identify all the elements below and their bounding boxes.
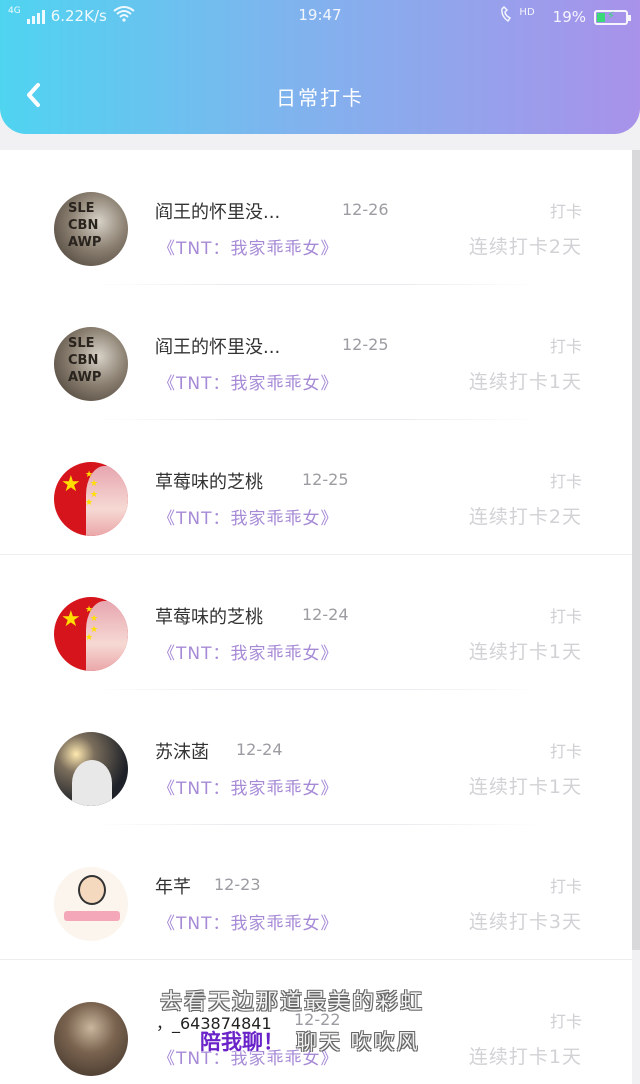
- checkin-date: 12-25: [342, 335, 389, 354]
- page-title: 日常打卡: [276, 86, 364, 110]
- checkin-list[interactable]: SLE CBN AWP 阎王的怀里没... 12-26 打卡 《TNT：我家乖乖女》…: [0, 150, 632, 1084]
- list-item[interactable]: 苏沫菡 12-24 打卡 《TNT：我家乖乖女》 连续打卡1天: [0, 690, 632, 825]
- user-name: 苏沫菡: [155, 742, 209, 763]
- checkin-status: 打卡: [549, 472, 582, 491]
- streak-text: 连续打卡1天: [468, 776, 582, 798]
- checkin-status: 打卡: [549, 877, 582, 896]
- checkin-status: 打卡: [549, 202, 582, 221]
- group-name: 《TNT：我家乖乖女》: [158, 374, 339, 394]
- checkin-date: 12-24: [236, 740, 283, 759]
- checkin-date: 12-26: [342, 200, 389, 219]
- avatar[interactable]: ★ ★ ★ ★ ★: [54, 462, 128, 536]
- group-name: 《TNT：我家乖乖女》: [158, 779, 339, 799]
- battery-icon: ⚡: [594, 9, 631, 25]
- group-name: 《TNT：我家乖乖女》: [158, 509, 339, 529]
- group-name: 《TNT：我家乖乖女》: [158, 914, 339, 934]
- streak-text: 连续打卡3天: [468, 911, 582, 933]
- list-item[interactable]: ★ ★ ★ ★ ★ 草莓味的芝桃 12-25 打卡 《TNT：我家乖乖女》 连续打卡…: [0, 420, 632, 555]
- streak-text: 连续打卡2天: [468, 236, 582, 258]
- list-item[interactable]: SLE CBN AWP 阎王的怀里没... 12-25 打卡 《TNT：我家乖乖女》…: [0, 285, 632, 420]
- list-item[interactable]: 年芊 12-23 打卡 《TNT：我家乖乖女》 连续打卡3天: [0, 825, 632, 960]
- avatar[interactable]: [54, 867, 128, 941]
- hd-label: HD: [519, 6, 535, 18]
- hd-call-icon: [499, 5, 521, 28]
- avatar[interactable]: SLE CBN AWP: [54, 327, 128, 401]
- avatar[interactable]: ★ ★ ★ ★ ★: [54, 597, 128, 671]
- streak-text: 连续打卡1天: [468, 371, 582, 393]
- scrollbar[interactable]: [632, 150, 640, 950]
- user-name: 年芊: [155, 877, 191, 898]
- checkin-status: 打卡: [549, 1012, 582, 1031]
- battery-percent: 19%: [552, 8, 586, 26]
- checkin-date: 12-25: [302, 470, 349, 489]
- avatar[interactable]: [54, 732, 128, 806]
- list-item[interactable]: SLE CBN AWP 阎王的怀里没... 12-26 打卡 《TNT：我家乖乖女》…: [0, 150, 632, 285]
- streak-text: 连续打卡1天: [468, 641, 582, 663]
- user-name: 草莓味的芝桃: [155, 607, 263, 628]
- checkin-status: 打卡: [549, 337, 582, 356]
- list-item[interactable]: ★ ★ ★ ★ ★ 草莓味的芝桃 12-24 打卡 《TNT：我家乖乖女》 连续打卡…: [0, 555, 632, 690]
- checkin-date: 12-22: [294, 1010, 341, 1029]
- checkin-date: 12-23: [214, 875, 261, 894]
- status-bar: 4G 6.22K/s 19:47 HD 19% ⚡: [0, 0, 640, 32]
- avatar[interactable]: SLE CBN AWP: [54, 192, 128, 266]
- list-item[interactable]: 12-22 打卡 《TNT：我家乖乖女》 连续打卡1天: [0, 960, 632, 1084]
- header-bar: 4G 6.22K/s 19:47 HD 19% ⚡ 日常打卡: [0, 0, 640, 134]
- group-name: 《TNT：我家乖乖女》: [158, 239, 339, 259]
- streak-text: 连续打卡2天: [468, 506, 582, 528]
- streak-text: 连续打卡1天: [468, 1046, 582, 1068]
- checkin-date: 12-24: [302, 605, 349, 624]
- group-name: 《TNT：我家乖乖女》: [158, 1049, 339, 1069]
- checkin-status: 打卡: [549, 607, 582, 626]
- user-name: 草莓味的芝桃: [155, 472, 263, 493]
- user-name: 阎王的怀里没...: [155, 337, 281, 358]
- checkin-status: 打卡: [549, 742, 582, 761]
- avatar[interactable]: [54, 1002, 128, 1076]
- user-name: 阎王的怀里没...: [155, 202, 281, 223]
- group-name: 《TNT：我家乖乖女》: [158, 644, 339, 664]
